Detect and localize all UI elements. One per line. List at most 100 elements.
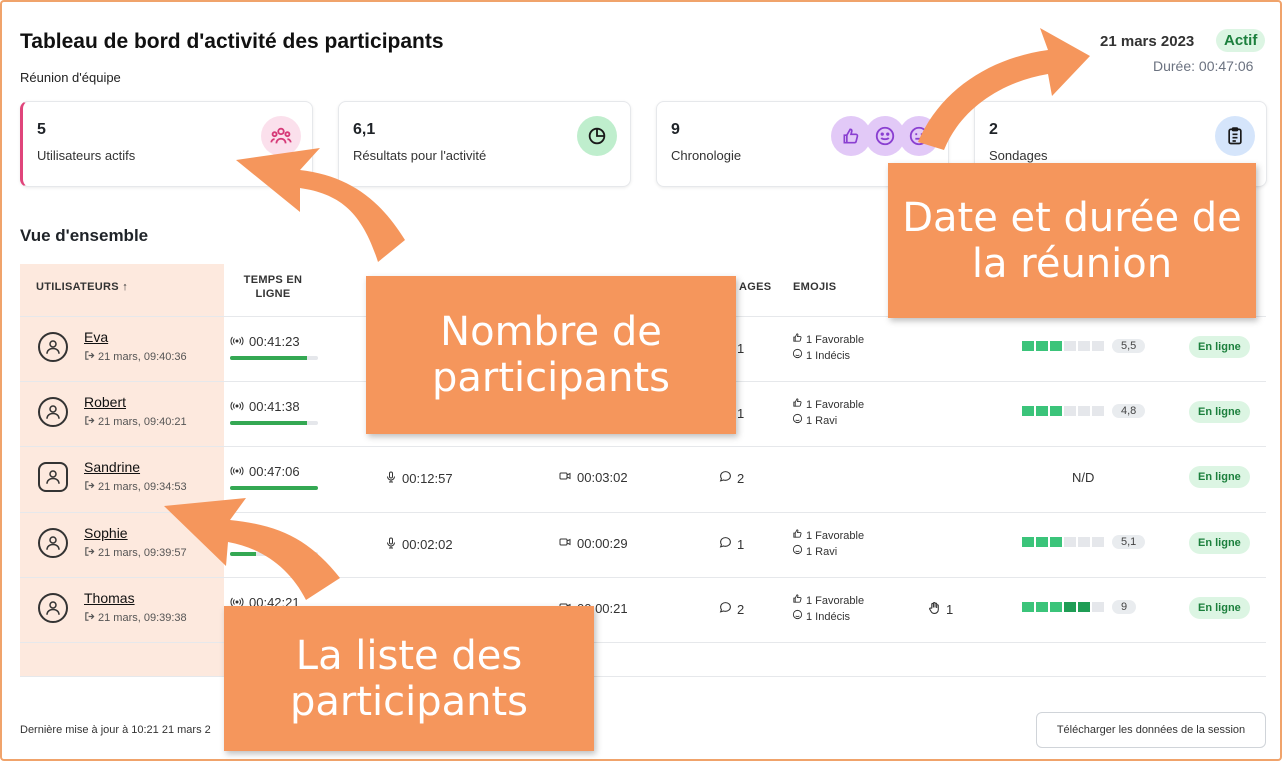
raised-hand-count: 1 <box>928 601 953 618</box>
join-icon <box>84 480 95 494</box>
participant-name[interactable]: Sandrine <box>84 459 140 475</box>
engagement-meter: 5,5 <box>1022 339 1146 353</box>
online-progress-bar <box>230 356 318 360</box>
engagement-score: 9 <box>1112 600 1137 614</box>
download-session-button[interactable]: Télécharger les données de la session <box>1036 712 1266 748</box>
engagement-segment <box>1022 602 1034 612</box>
engagement-segment <box>1064 341 1076 351</box>
engagement-segment <box>1036 537 1048 547</box>
card-active-users[interactable]: 5 Utilisateurs actifs <box>20 101 313 187</box>
join-time: 21 mars, 09:39:38 <box>84 611 187 625</box>
card-value: 2 <box>989 121 998 138</box>
last-update-text: Dernière mise à jour à 10:21 21 mars 2 <box>20 724 211 736</box>
message-count: 2 <box>719 601 744 617</box>
status-badge: En ligne <box>1189 336 1250 358</box>
engagement-meter: 4,8 <box>1022 404 1146 418</box>
emoji-summary: 1 Favorable 1 Ravi <box>792 397 864 429</box>
join-icon <box>84 350 95 364</box>
chat-icon <box>719 601 732 617</box>
signal-icon <box>230 464 244 479</box>
engagement-segment <box>1022 341 1034 351</box>
online-time: 00:47:06 <box>230 464 300 479</box>
online-progress-bar <box>230 421 318 425</box>
card-value: 6,1 <box>353 121 376 138</box>
engagement-segment <box>1092 537 1104 547</box>
raised-hand-icon <box>928 601 941 618</box>
header-users[interactable]: UTILISATEURS ↑ <box>36 281 128 293</box>
emoji-summary: 1 Favorable 1 Indécis <box>792 332 864 364</box>
engagement-score: 5,1 <box>1112 535 1146 549</box>
engagement-meter: 5,1 <box>1022 535 1146 549</box>
webcam-time: 00:03:02 <box>558 470 628 485</box>
join-time: 21 mars, 09:34:53 <box>84 480 187 494</box>
engagement-segment <box>1036 406 1048 416</box>
card-label: Résultats pour l'activité <box>353 148 487 163</box>
engagement-segment <box>1064 537 1076 547</box>
online-progress-bar <box>230 552 318 556</box>
engagement-segment <box>1078 341 1090 351</box>
header-messages[interactable]: AGES <box>739 281 771 293</box>
engagement-segment <box>1050 406 1062 416</box>
thumbs-up-icon <box>792 593 803 609</box>
join-time: 21 mars, 09:40:36 <box>84 350 187 364</box>
emoji-summary: 1 Favorable 1 Indécis <box>792 593 864 625</box>
header-online-time[interactable]: TEMPS EN LIGNE <box>242 274 304 300</box>
callout-participant-count: Nombre de participants <box>366 276 736 434</box>
online-progress-fill <box>230 486 318 490</box>
callout-participant-list: La liste des participants <box>224 606 594 751</box>
join-time: 21 mars, 09:39:57 <box>84 546 187 560</box>
card-value: 9 <box>671 121 680 138</box>
thumbs-up-icon <box>792 332 803 348</box>
avatar <box>38 593 68 623</box>
status-badge: En ligne <box>1189 597 1250 619</box>
engagement-segment <box>1050 602 1062 612</box>
engagement-segment <box>1036 341 1048 351</box>
row-divider <box>20 512 1266 513</box>
status-badge: En ligne <box>1189 532 1250 554</box>
engagement-score: N/D <box>1072 470 1095 485</box>
engagement-segment <box>1092 341 1104 351</box>
face-icon <box>792 609 803 625</box>
participant-name[interactable]: Robert <box>84 394 126 410</box>
face-icon <box>792 413 803 429</box>
online-progress-fill <box>230 552 257 556</box>
pie-chart-icon <box>577 116 617 156</box>
signal-icon <box>230 334 244 349</box>
meeting-name: Réunion d'équipe <box>20 70 121 85</box>
meeting-duration: Durée: 00:47:06 <box>1153 58 1254 74</box>
card-value: 5 <box>37 121 46 138</box>
meeting-date: 21 mars 2023 <box>1100 33 1195 50</box>
microphone-icon <box>385 536 397 553</box>
engagement-segment <box>1092 406 1104 416</box>
callout-date-duration: Date et durée de la réunion <box>888 163 1256 318</box>
overview-title: Vue d'ensemble <box>20 226 149 245</box>
row-divider <box>20 642 1266 643</box>
join-icon <box>84 611 95 625</box>
engagement-segment <box>1022 406 1034 416</box>
talk-time: 00:12:57 <box>385 470 453 487</box>
online-time: 00:41:38 <box>230 399 300 414</box>
online-progress-fill <box>230 356 308 360</box>
engagement-segment <box>1036 602 1048 612</box>
engagement-segment <box>1050 537 1062 547</box>
participant-name[interactable]: Thomas <box>84 590 135 606</box>
participant-name[interactable]: Eva <box>84 329 108 345</box>
neutral-face-icon <box>899 116 939 156</box>
status-badge: Actif <box>1216 29 1266 52</box>
engagement-segment <box>1078 537 1090 547</box>
clipboard-icon <box>1215 116 1255 156</box>
engagement-segment <box>1064 602 1076 612</box>
card-label: Sondages <box>989 148 1048 163</box>
chat-icon <box>719 470 732 486</box>
avatar <box>38 332 68 362</box>
card-activity-results[interactable]: 6,1 Résultats pour l'activité <box>338 101 631 187</box>
signal-icon <box>230 399 244 414</box>
engagement-segment <box>1022 537 1034 547</box>
footer-divider <box>20 676 1266 677</box>
talk-time: 00:02:02 <box>385 536 453 553</box>
participant-name[interactable]: Sophie <box>84 525 128 541</box>
header-emojis[interactable]: EMOJIS <box>793 281 836 293</box>
page-title: Tableau de bord d'activité des participa… <box>20 30 444 53</box>
face-icon <box>792 348 803 364</box>
online-time: 00:41:23 <box>230 334 300 349</box>
